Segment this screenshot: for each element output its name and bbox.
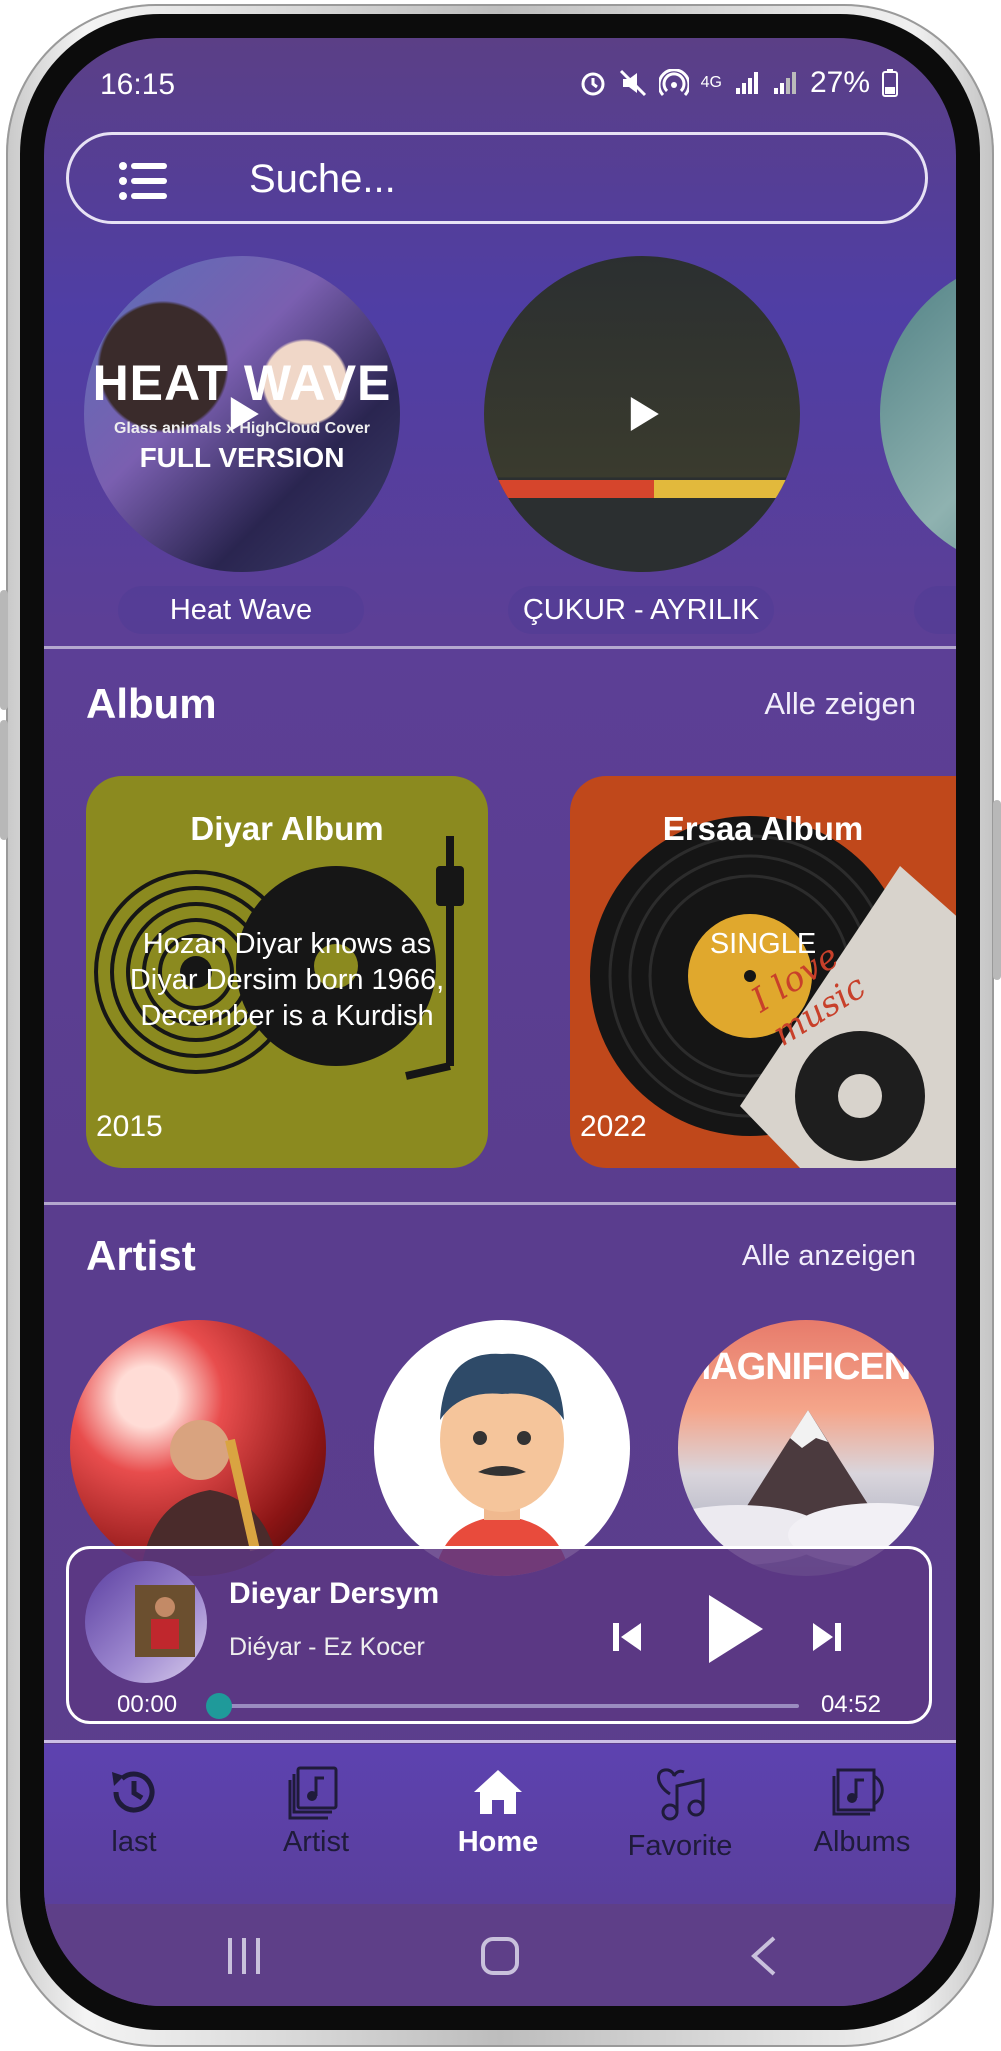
play-icon[interactable] <box>630 397 659 431</box>
now-playing-title: Dieyar Dersym <box>229 1577 440 1610</box>
section-divider <box>44 646 956 649</box>
battery-percent: 27% <box>809 66 870 99</box>
album-section-title: Album <box>86 680 217 727</box>
video-thumbnail[interactable]: HEAT WAVE Glass animals x HighCloud Cove… <box>84 256 400 572</box>
nav-label: Artist <box>282 1826 350 1858</box>
hotspot-icon <box>658 69 689 97</box>
volume-up-button <box>0 590 8 710</box>
search-input[interactable]: Suche... <box>249 157 396 202</box>
network-type: 4G <box>700 74 722 91</box>
alarm-icon <box>581 72 605 96</box>
cover-art <box>135 1585 195 1657</box>
elapsed-time: 00:00 <box>117 1691 178 1718</box>
album-title: Ersaa Album <box>662 810 864 847</box>
bottom-navigation: last Artist Home Favorite Albums <box>44 1744 956 1904</box>
power-button <box>993 800 1001 980</box>
artist-section-title: Artist <box>86 1232 196 1279</box>
seek-bar-thumb[interactable] <box>206 1693 232 1719</box>
album-title: Diyar Album <box>190 810 384 847</box>
favorite-music-icon <box>657 1768 705 1821</box>
nav-label: Home <box>457 1826 539 1858</box>
nav-item-albums[interactable]: Albums <box>772 1764 952 1859</box>
carousel-item-cukur[interactable]: ÇUKUR - AYRILIK <box>484 256 800 634</box>
app-screen: 16:15 4G 27% Suche... HEAT WAVE Glass an… <box>44 38 956 2006</box>
now-playing-artist: Diéyar - Ez Kocer <box>229 1633 425 1661</box>
signal-icon-2 <box>773 72 796 94</box>
artist-avatar-cartoon[interactable] <box>374 1320 630 1576</box>
now-playing-cover[interactable] <box>85 1561 207 1683</box>
nav-label: Favorite <box>627 1830 733 1862</box>
mini-player[interactable]: Dieyar Dersym Diéyar - Ez Kocer 00:00 04… <box>66 1546 932 1724</box>
system-navigation-bar <box>44 1904 956 2006</box>
artist-avatar-magnificent[interactable]: MAGNIFICENT <box>678 1320 934 1576</box>
thumbnail-stripe-red <box>484 480 654 498</box>
album-year: 2015 <box>96 1110 163 1143</box>
nav-divider <box>44 1740 956 1743</box>
album-card-diyar[interactable]: Diyar Album Hozan Diyar knows as Diyar D… <box>86 776 488 1168</box>
skip-previous-icon[interactable] <box>609 1619 645 1655</box>
status-icons: 4G 27% <box>579 66 898 100</box>
carousel-caption: ÇUKUR - AYRILIK <box>508 586 774 634</box>
artist-show-all-link[interactable]: Alle anzeigen <box>742 1240 916 1273</box>
carousel-item-heat-wave[interactable]: HEAT WAVE Glass animals x HighCloud Cove… <box>84 256 400 634</box>
video-thumbnail[interactable] <box>484 256 800 572</box>
mute-icon <box>619 69 646 97</box>
nav-label: last <box>111 1826 157 1858</box>
status-time: 16:15 <box>100 68 176 101</box>
skip-next-icon[interactable] <box>809 1619 845 1655</box>
nav-label: Albums <box>813 1826 911 1858</box>
album-year: 2022 <box>580 1110 647 1143</box>
home-icon <box>474 1770 522 1814</box>
menu-icon[interactable] <box>119 161 169 201</box>
cover-subtitle-2: FULL VERSION <box>139 442 345 473</box>
carousel-caption: Heat Wave <box>118 586 364 634</box>
album-description: Hozan Diyar knows as Diyar Dersim born 1… <box>129 928 445 1032</box>
history-icon <box>112 1771 155 1813</box>
seek-bar-track[interactable] <box>219 1704 799 1708</box>
thumbnail-stripe-yellow <box>654 480 800 498</box>
saxophone-player-art <box>140 1420 280 1576</box>
carousel-caption-partial <box>914 586 956 634</box>
battery-icon <box>882 69 898 97</box>
total-duration: 04:52 <box>820 1691 881 1718</box>
recent-apps-icon[interactable] <box>224 1936 264 1976</box>
album-description: SINGLE <box>709 928 817 960</box>
music-library-icon <box>288 1766 338 1820</box>
back-icon[interactable] <box>744 1934 784 1978</box>
cartoon-man-art <box>434 1353 570 1576</box>
search-bar[interactable]: Suche... <box>66 132 928 224</box>
artist-avatar-saxophone[interactable] <box>70 1320 326 1576</box>
nav-item-favorite[interactable]: Favorite <box>590 1764 770 1863</box>
play-icon[interactable] <box>230 397 259 431</box>
nav-item-home[interactable]: Home <box>408 1764 588 1859</box>
album-card-ersaa[interactable]: I love music Ersaa Album SINGLE 2022 <box>570 776 956 1168</box>
nav-item-last[interactable]: last <box>44 1764 224 1859</box>
artist-art-text: MAGNIFICENT <box>679 1346 934 1388</box>
carousel-item-partial[interactable] <box>880 256 956 634</box>
album-icon <box>832 1768 884 1816</box>
play-button[interactable] <box>699 1589 769 1669</box>
volume-down-button <box>0 720 8 840</box>
home-nav-icon[interactable] <box>480 1936 520 1976</box>
status-bar: 16:15 4G 27% <box>44 62 956 102</box>
signal-icon <box>735 72 758 94</box>
album-show-all-link[interactable]: Alle zeigen <box>764 686 916 722</box>
video-thumbnail[interactable] <box>880 256 956 572</box>
section-divider <box>44 1202 956 1205</box>
nav-item-artist[interactable]: Artist <box>226 1764 406 1859</box>
